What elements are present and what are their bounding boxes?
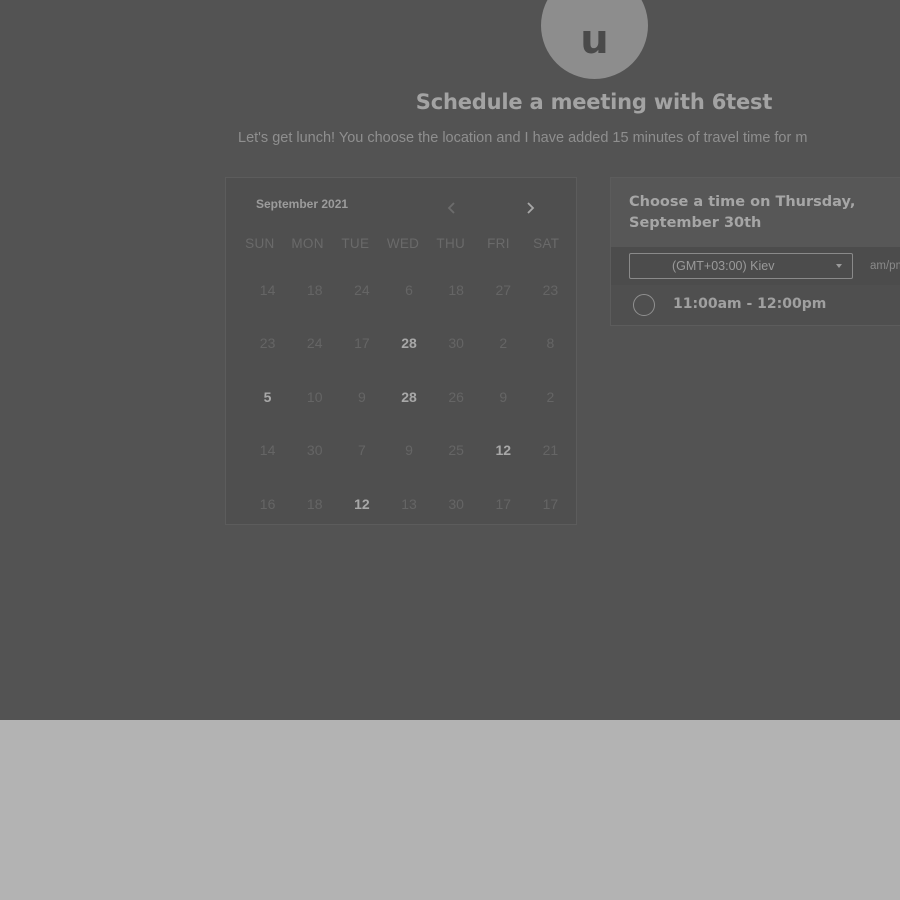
page-footer-area	[0, 720, 900, 900]
calendar-day: 18	[306, 281, 323, 298]
weekday-label: WED	[386, 236, 420, 251]
calendar-day: 2	[546, 388, 555, 405]
calendar-day: 14	[259, 281, 276, 298]
calendar-day: 26	[448, 388, 464, 405]
calendar-day-available[interactable]: 5	[244, 389, 291, 405]
calendar-day: 17	[495, 495, 512, 512]
calendar-week-row: 23 24 17 28 30 2 8	[244, 317, 574, 371]
weekday-label: FRI	[487, 236, 510, 251]
calendar-week-row: 14 18 24 6 18 27 23	[244, 263, 574, 317]
calendar-day: 6	[405, 281, 413, 298]
timezone-value: (GMT+03:00) Kiev	[672, 259, 775, 273]
calendar-day: 18	[306, 495, 323, 512]
time-slot-label: 11:00am - 12:00pm	[673, 296, 827, 312]
calendar-day: 21	[542, 442, 559, 459]
calendar-day: 30	[306, 442, 323, 459]
calendar-day: 13	[401, 495, 417, 512]
calendar-day: 30	[448, 335, 464, 352]
calendar-day: 24	[306, 335, 323, 352]
calendar-day: 8	[546, 335, 555, 352]
weekday-label: SAT	[533, 236, 560, 251]
calendar-week-row: 16 18 12 13 30 17 17	[244, 477, 574, 531]
avatar-initial: u	[580, 16, 609, 63]
calendar-day: 17	[354, 335, 370, 352]
timezone-select[interactable]: (GMT+03:00) Kiev	[629, 253, 853, 279]
time-format-toggle[interactable]: am/pm	[870, 260, 900, 272]
calendar-day-available[interactable]: 28	[385, 389, 432, 405]
caret-down-icon	[836, 264, 842, 268]
calendar-day: 9	[499, 388, 508, 405]
calendar-day-available[interactable]: 12	[338, 496, 385, 512]
avatar: u	[541, 0, 648, 79]
calendar-day: 17	[542, 495, 559, 512]
calendar-day: 24	[354, 281, 370, 298]
calendar-day-grid: 14 18 24 6 18 27 23 23 24 17 28 30 2 8 5 10 9 28 26 9 2 14 30 7…	[244, 263, 574, 531]
page-title: Schedule a meeting with 6test	[415, 90, 773, 114]
time-selection-panel: Choose a time on Thursday, September 30t…	[610, 177, 900, 326]
timezone-row: (GMT+03:00) Kiev am/pm	[611, 247, 900, 285]
selected-date-heading: Choose a time on Thursday, September 30t…	[629, 194, 856, 231]
chevron-right-icon[interactable]	[522, 200, 538, 216]
calendar-day-available[interactable]: 12	[480, 442, 527, 458]
calendar-day: 9	[357, 388, 366, 405]
scheduling-page: u Schedule a meeting with 6test Let's ge…	[0, 0, 900, 720]
calendar-day: 30	[448, 495, 464, 512]
chevron-left-icon[interactable]	[444, 200, 460, 216]
calendar-day: 7	[357, 442, 366, 459]
weekday-header: SUN MON TUE WED THU FRI SAT	[236, 236, 570, 251]
calendar-month-label: September 2021	[256, 197, 349, 211]
calendar-day: 25	[448, 442, 464, 459]
weekday-label: SUN	[245, 236, 275, 251]
calendar-day: 14	[259, 442, 276, 459]
calendar-day: 23	[259, 335, 276, 352]
weekday-label: TUE	[341, 236, 370, 251]
calendar-week-row: 5 10 9 28 26 9 2	[244, 370, 574, 424]
weekday-label: THU	[436, 236, 466, 251]
calendar-day-available[interactable]: 28	[385, 335, 432, 351]
radio-icon[interactable]	[633, 294, 655, 316]
calendar-day: 18	[448, 281, 464, 298]
calendar-day: 9	[405, 442, 413, 459]
calendar-day: 10	[306, 388, 323, 405]
calendar-day: 23	[542, 281, 559, 298]
calendar-day: 2	[499, 335, 508, 352]
meeting-description: Let's get lunch! You choose the location…	[238, 130, 808, 146]
calendar-day: 16	[259, 495, 276, 512]
calendar-week-row: 14 30 7 9 25 12 21	[244, 424, 574, 478]
weekday-label: MON	[291, 236, 324, 251]
time-slot-option[interactable]: 11:00am - 12:00pm	[611, 285, 900, 325]
time-panel-header: Choose a time on Thursday, September 30t…	[611, 178, 900, 247]
calendar-day: 27	[495, 281, 512, 298]
date-picker-calendar: September 2021 SUN MON TUE WED THU FRI S…	[225, 177, 577, 525]
